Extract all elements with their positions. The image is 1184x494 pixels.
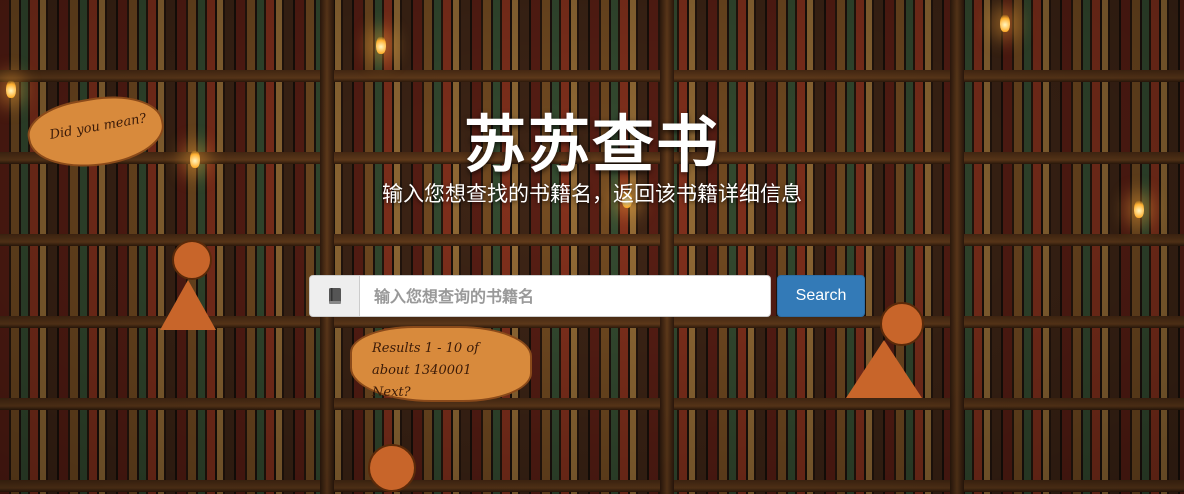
book-icon [327, 287, 343, 305]
search-addon [310, 276, 360, 316]
search-button[interactable]: Search [777, 275, 865, 317]
search-input[interactable] [360, 276, 770, 316]
page-subtitle: 输入您想查找的书籍名，返回该书籍详细信息 [382, 182, 802, 206]
page-title: 苏苏查书 [463, 108, 720, 181]
search-bar [309, 275, 771, 317]
hero: 苏苏查书 输入您想查找的书籍名，返回该书籍详细信息 Search [0, 0, 1184, 494]
